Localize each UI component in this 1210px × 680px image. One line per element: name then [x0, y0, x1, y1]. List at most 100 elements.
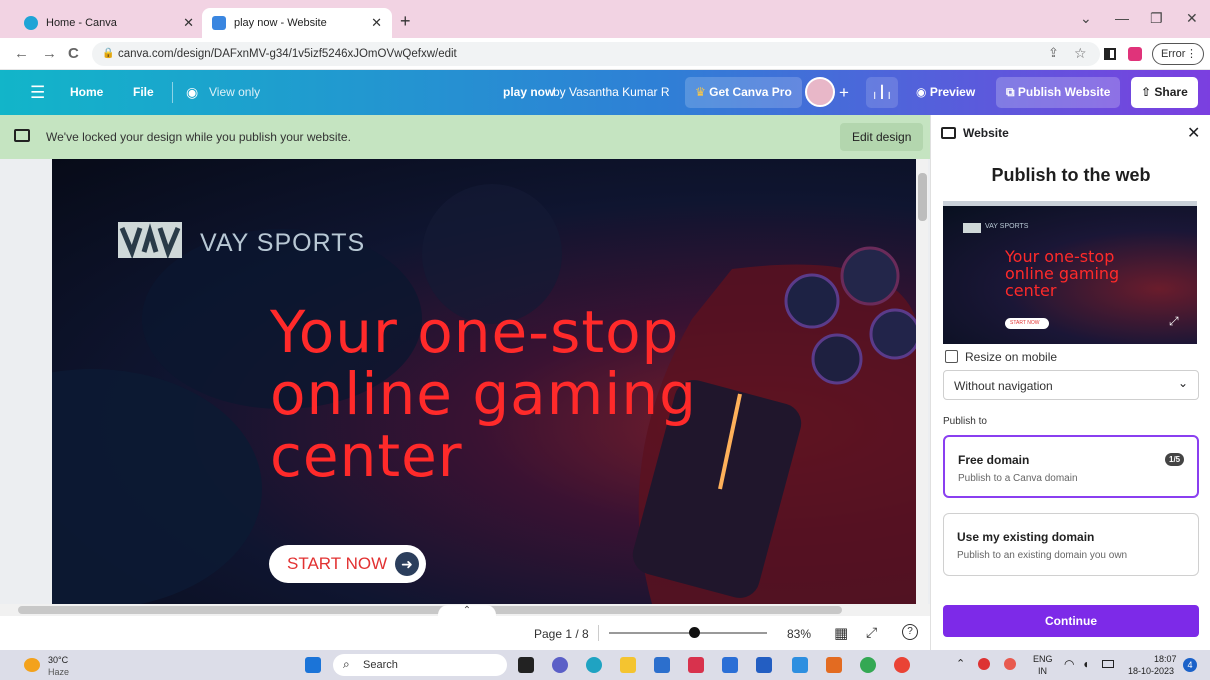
- panel-title: Website: [963, 126, 1009, 140]
- publish-to-label: Publish to: [943, 416, 987, 427]
- hamburger-menu-icon[interactable]: ☰: [30, 70, 45, 115]
- brand-logo-icon: [963, 223, 981, 233]
- url-input[interactable]: 🔒 canva.com/design/DAFxnMV-g34/1v5izf524…: [92, 42, 1100, 66]
- home-button[interactable]: Home: [70, 70, 103, 115]
- analytics-icon[interactable]: ╷┃╷: [866, 77, 898, 108]
- avatar[interactable]: [805, 77, 835, 107]
- error-button[interactable]: Error ⋮: [1152, 43, 1204, 65]
- website-design-page: VAY SPORTS Your one-stop online gaming c…: [52, 159, 916, 604]
- preview-brand: VAY SPORTS: [985, 223, 1029, 230]
- doc-title[interactable]: play now: [503, 70, 554, 115]
- divider: [172, 82, 173, 103]
- clock-time[interactable]: 18:07: [1154, 654, 1177, 664]
- tray-app-icon[interactable]: [1004, 658, 1016, 670]
- back-arrow-icon[interactable]: ←: [14, 45, 29, 62]
- tab-home-canva[interactable]: Home - Canva ✕: [14, 8, 204, 38]
- calculator-icon[interactable]: [756, 657, 772, 673]
- monitor-icon: ⧉: [1006, 85, 1015, 99]
- preview-button[interactable]: ◉ Preview: [906, 77, 985, 108]
- free-domain-option[interactable]: Free domain Publish to a Canva domain 1/…: [943, 435, 1199, 498]
- close-tab-icon[interactable]: ✕: [371, 15, 382, 31]
- add-collaborator-button[interactable]: +: [839, 70, 849, 115]
- start-now-button[interactable]: START NOW ➜: [269, 545, 426, 583]
- vertical-scroll-thumb[interactable]: [918, 173, 927, 221]
- address-bar: ← → C 🔒 canva.com/design/DAFxnMV-g34/1v5…: [0, 38, 1210, 70]
- mail-icon[interactable]: [654, 657, 670, 673]
- url-text: canva.com/design/DAFxnMV-g34/1v5izf5246x…: [118, 48, 457, 60]
- lock-notice-bar: We've locked your design while you publi…: [0, 115, 930, 159]
- chat-icon[interactable]: [552, 657, 568, 673]
- start-now-label: START NOW: [287, 554, 388, 573]
- publish-website-button[interactable]: ⧉ Publish Website: [996, 77, 1121, 108]
- resize-on-mobile-checkbox[interactable]: [945, 350, 958, 363]
- file-button[interactable]: File: [133, 70, 154, 115]
- close-tab-icon[interactable]: ✕: [183, 15, 194, 31]
- l-app-icon[interactable]: [722, 657, 738, 673]
- battery-icon[interactable]: [1102, 660, 1114, 668]
- minimize-icon[interactable]: —: [1115, 10, 1129, 26]
- close-panel-icon[interactable]: ✕: [1187, 123, 1200, 143]
- zoom-slider[interactable]: [609, 627, 767, 638]
- page-indicator[interactable]: Page 1 / 8: [534, 627, 589, 641]
- help-icon[interactable]: ?: [902, 624, 918, 640]
- tray-app-icon[interactable]: [978, 658, 990, 670]
- edge-browser-icon[interactable]: [586, 657, 602, 673]
- forward-arrow-icon[interactable]: →: [42, 45, 57, 62]
- continue-button[interactable]: Continue: [943, 605, 1199, 637]
- zoom-level[interactable]: 83%: [787, 627, 811, 641]
- reload-icon[interactable]: C: [68, 45, 79, 62]
- bottom-toolbar: Page 1 / 8 83% ▦ ⤢ ?: [0, 616, 930, 650]
- chrome-icon[interactable]: [860, 657, 876, 673]
- view-only-label: View only: [209, 85, 261, 99]
- zoom-slider-knob[interactable]: [689, 627, 701, 638]
- profile-icon[interactable]: [1128, 47, 1142, 61]
- publish-heading: Publish to the web: [991, 165, 1151, 185]
- chrome-profile-icon[interactable]: [894, 657, 910, 673]
- search-icon: ⌕: [343, 657, 350, 671]
- brand-name: VAY SPORTS: [200, 229, 366, 257]
- tab-title: play now - Website: [234, 17, 327, 29]
- headline-line: center: [270, 422, 463, 490]
- free-domain-subtitle: Publish to a Canva domain: [958, 473, 1078, 484]
- mcafee-icon[interactable]: [688, 657, 704, 673]
- doc-owner: by Vasantha Kumar R: [553, 85, 670, 99]
- divider: [598, 625, 599, 641]
- weather-temp[interactable]: 30°C: [48, 655, 68, 665]
- navigation-select[interactable]: Without navigation ⌄: [943, 370, 1199, 400]
- tab-play-now-website[interactable]: play now - Website ✕: [202, 8, 392, 38]
- share-page-icon[interactable]: ⇪: [1048, 45, 1059, 61]
- restore-icon[interactable]: ❐: [1150, 10, 1163, 27]
- bookmark-star-icon[interactable]: ☆: [1074, 45, 1087, 62]
- new-tab-button[interactable]: +: [400, 11, 411, 32]
- eye-icon: ◉: [916, 85, 927, 99]
- notification-count-badge[interactable]: 4: [1183, 658, 1197, 672]
- language-top[interactable]: ENG: [1033, 654, 1053, 664]
- tab-search-chevron-icon[interactable]: ⌄: [1080, 10, 1092, 27]
- grid-view-icon[interactable]: ▦: [834, 624, 848, 642]
- sidebar-icon[interactable]: [1104, 48, 1116, 60]
- task-view-icon[interactable]: [518, 657, 534, 673]
- close-window-icon[interactable]: ✕: [1186, 10, 1198, 27]
- wifi-icon[interactable]: ◠: [1064, 657, 1074, 671]
- tray-chevron-up-icon[interactable]: ⌃: [956, 657, 965, 670]
- expand-preview-icon[interactable]: ⤢: [1169, 314, 1179, 329]
- website-preview-thumbnail[interactable]: VAY SPORTS Your one-stop online gaming c…: [943, 201, 1197, 344]
- get-canva-pro-button[interactable]: ♛ Get Canva Pro: [685, 77, 802, 108]
- fullscreen-icon[interactable]: ⤢: [866, 624, 877, 641]
- vertical-scrollbar[interactable]: [916, 159, 928, 604]
- existing-domain-option[interactable]: Use my existing domain Publish to an exi…: [943, 513, 1199, 576]
- clock-date: 18-10-2023: [1128, 666, 1175, 676]
- existing-domain-title: Use my existing domain: [957, 530, 1095, 544]
- file-explorer-icon[interactable]: [620, 657, 636, 673]
- monitor-icon: [14, 129, 30, 142]
- app-store-icon[interactable]: [792, 657, 808, 673]
- taskbar-search-box[interactable]: ⌕ Search: [333, 654, 507, 676]
- windows-start-icon[interactable]: [305, 657, 321, 673]
- volume-icon[interactable]: ◖: [1082, 657, 1089, 671]
- edit-design-button[interactable]: Edit design: [840, 123, 924, 151]
- share-button[interactable]: ⇧ Share: [1131, 77, 1198, 108]
- sublime-icon[interactable]: [826, 657, 842, 673]
- arrow-right-icon: ➜: [395, 552, 419, 576]
- horizontal-scroll-thumb[interactable]: [18, 606, 842, 614]
- free-domain-count-badge: 1/5: [1165, 453, 1185, 466]
